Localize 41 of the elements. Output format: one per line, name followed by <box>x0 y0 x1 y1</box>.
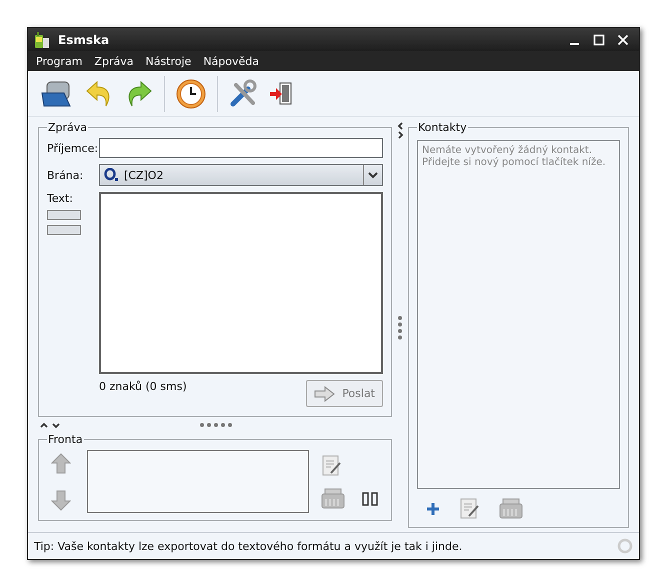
field-label: Brána: <box>47 168 84 182</box>
shredder-icon[interactable] <box>321 488 345 510</box>
phone-icon <box>34 30 50 48</box>
section-title: Zpráva <box>47 121 88 134</box>
add-icon[interactable] <box>425 501 441 517</box>
splitter-handle[interactable] <box>397 315 403 341</box>
section-title: Kontakty <box>417 121 468 134</box>
down-arrow-icon[interactable] <box>51 488 71 510</box>
logo-icon <box>104 168 120 182</box>
exit-door-icon[interactable] <box>268 80 294 106</box>
panel-toggle-arrows-icon[interactable] <box>396 121 404 139</box>
maximize-icon[interactable] <box>593 34 605 46</box>
empty-list-message: Přidejte si nový pomocí tlačítek níže. <box>422 157 607 168</box>
small-button[interactable] <box>47 210 81 220</box>
menu-item[interactable]: Program <box>36 54 82 68</box>
shredder-icon[interactable] <box>499 498 523 520</box>
field-label: Příjemce: <box>47 142 99 154</box>
up-arrow-icon[interactable] <box>51 452 71 474</box>
gateway-dropdown[interactable]: [CZ]O2 <box>99 164 383 186</box>
small-button[interactable] <box>47 225 81 235</box>
menu-item[interactable]: Nápověda <box>203 54 260 68</box>
status-tip: Tip: Vaše kontakty lze exportovat do textového formátu a využít je tak i jinde. <box>34 540 462 552</box>
busy-indicator-icon <box>617 538 633 554</box>
splitter-handle[interactable] <box>199 422 233 428</box>
menu-item[interactable]: Zpráva <box>94 54 134 68</box>
pause-icon[interactable] <box>361 490 379 506</box>
tools-icon[interactable] <box>228 78 258 108</box>
close-icon[interactable] <box>617 34 629 46</box>
empty-list-message: Nemáte vytvořený žádný kontakt. <box>422 145 594 156</box>
arrow-right-icon <box>314 386 336 402</box>
queue-list[interactable] <box>87 450 309 513</box>
clock-icon[interactable] <box>175 78 207 110</box>
character-counter: 0 znaků (0 sms) <box>99 380 187 393</box>
window-title: Esmska <box>58 32 110 46</box>
section-title: Fronta <box>47 433 84 446</box>
field-label: Text: <box>47 192 74 205</box>
edit-document-icon[interactable] <box>321 454 343 478</box>
message-text-area[interactable] <box>99 192 383 374</box>
menu-item[interactable]: Nástroje <box>145 54 192 68</box>
recipient-field[interactable] <box>99 138 383 158</box>
edit-document-icon[interactable] <box>459 497 481 521</box>
